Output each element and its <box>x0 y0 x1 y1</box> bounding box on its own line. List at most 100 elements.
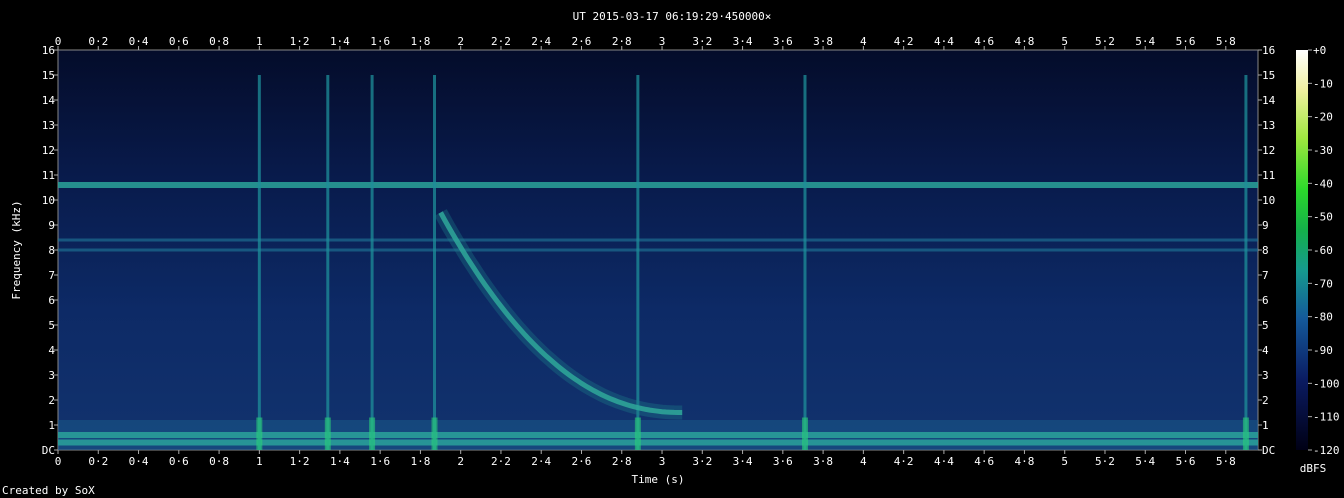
x-tick-label: 1·8 <box>410 455 430 468</box>
colorbar-label: dBFS <box>1300 462 1327 475</box>
x-tick-label: 2·6 <box>572 455 592 468</box>
x-tick-label: 5·6 <box>1176 455 1196 468</box>
x-tick-label: 0·8 <box>209 455 229 468</box>
impulse-base <box>431 417 438 450</box>
x-tick-label: 4·4 <box>934 455 954 468</box>
impulse-line <box>326 75 330 450</box>
tone-line <box>58 432 1258 438</box>
y-tick-label-right: 7 <box>1262 269 1269 282</box>
x-tick-label: 0·4 <box>129 455 149 468</box>
impulse-line <box>433 75 437 450</box>
y-tick-label-right: 5 <box>1262 319 1269 332</box>
colorbar-tick-label: -90 <box>1313 344 1333 357</box>
impulse-base <box>369 417 376 450</box>
x-tick-label-top: 2·8 <box>612 35 632 48</box>
y-tick-label-right: 15 <box>1262 69 1275 82</box>
y-tick-label-right: 13 <box>1262 119 1275 132</box>
x-tick-label-top: 1 <box>256 35 263 48</box>
colorbar-ticks: +0 -10 -20 -30 -40 -50 -60 -70 -80 -90 -100 -110 -12… <box>1308 44 1340 457</box>
colorbar-tick-label: -50 <box>1313 211 1333 224</box>
impulse-line <box>257 75 261 450</box>
x-tick-label: 0·2 <box>88 455 108 468</box>
x-tick-label: 4·8 <box>1015 455 1035 468</box>
x-tick-label: 4·2 <box>894 455 914 468</box>
x-tick-label-top: 3·4 <box>733 35 753 48</box>
x-tick-label: 3 <box>659 455 666 468</box>
x-tick-label: 5·4 <box>1135 455 1155 468</box>
y-tick-label-right: 9 <box>1262 219 1269 232</box>
y-tick-label-right: 10 <box>1262 194 1275 207</box>
impulse-base <box>324 417 331 450</box>
x-tick-label: 2·2 <box>491 455 511 468</box>
x-tick-label-top: 2·4 <box>531 35 551 48</box>
y-tick-label-right: DC <box>1262 444 1275 457</box>
x-tick-label-top: 5·2 <box>1095 35 1115 48</box>
y-tick-label-right: 2 <box>1262 394 1269 407</box>
x-tick-label: 5·2 <box>1095 455 1115 468</box>
y-tick-label: 6 <box>48 294 55 307</box>
x-tick-label-top: 0·8 <box>209 35 229 48</box>
y-tick-label: 10 <box>42 194 55 207</box>
colorbar-tick-label: -10 <box>1313 77 1333 90</box>
x-tick-label-top: 4·2 <box>894 35 914 48</box>
y-tick-label: 14 <box>42 94 56 107</box>
x-tick-label-top: 1·8 <box>410 35 430 48</box>
x-tick-label-top: 4·6 <box>974 35 994 48</box>
x-tick-label: 3·4 <box>733 455 753 468</box>
y-tick-label: 8 <box>48 244 55 257</box>
y-tick-label: 5 <box>48 319 55 332</box>
y-tick-label: 1 <box>48 419 55 432</box>
x-tick-label: 0·6 <box>169 455 189 468</box>
x-tick-label-top: 5·8 <box>1216 35 1236 48</box>
x-tick-label-top: 3·2 <box>692 35 712 48</box>
y-tick-label: 12 <box>42 144 55 157</box>
impulse-line <box>636 75 640 450</box>
tone-line <box>58 238 1258 242</box>
x-tick-label-top: 3·8 <box>813 35 833 48</box>
x-tick-label-top: 0 <box>55 35 62 48</box>
x-tick-label-top: 2·2 <box>491 35 511 48</box>
tone-line <box>58 439 1258 446</box>
x-tick-label-top: 5 <box>1061 35 1068 48</box>
colorbar-tick-label: -60 <box>1313 244 1333 257</box>
colorbar-tick-label: -80 <box>1313 311 1333 324</box>
tone-line <box>58 182 1258 188</box>
y-tick-label: 13 <box>42 119 55 132</box>
tone-line <box>58 248 1258 252</box>
x-tick-label: 3·8 <box>813 455 833 468</box>
impulse-line <box>370 75 374 450</box>
x-tick-label-top: 4·8 <box>1015 35 1035 48</box>
impulse-base <box>256 417 263 450</box>
x-tick-label: 5·8 <box>1216 455 1236 468</box>
colorbar-tick-label: -30 <box>1313 144 1333 157</box>
x-axis-label: Time (s) <box>632 473 685 486</box>
y-tick-label: 11 <box>42 169 55 182</box>
impulse-base <box>1242 417 1249 450</box>
credit-text: Created by SoX <box>2 484 95 497</box>
x-tick-label: 2 <box>457 455 464 468</box>
y-tick-label: 15 <box>42 69 55 82</box>
x-tick-label-top: 0·2 <box>88 35 108 48</box>
y-tick-label-right: 6 <box>1262 294 1269 307</box>
x-tick-label: 2·4 <box>531 455 551 468</box>
impulse-line <box>803 75 807 450</box>
x-tick-label: 2·8 <box>612 455 632 468</box>
y-tick-label: 9 <box>48 219 55 232</box>
x-tick-label-top: 5·4 <box>1135 35 1155 48</box>
x-tick-label: 1·4 <box>330 455 350 468</box>
colorbar <box>1296 50 1308 450</box>
y-tick-label-right: 14 <box>1262 94 1276 107</box>
x-tick-label: 1·6 <box>370 455 390 468</box>
chart-title: UT 2015-03-17 06:19:29·450000× <box>573 10 772 23</box>
y-tick-label: 3 <box>48 369 55 382</box>
x-tick-label: 0 <box>55 455 62 468</box>
y-tick-label-right: 4 <box>1262 344 1269 357</box>
y-tick-label-right: 1 <box>1262 419 1269 432</box>
colorbar-tick-label: -70 <box>1313 277 1333 290</box>
x-tick-label: 3·2 <box>692 455 712 468</box>
y-tick-label-right: 11 <box>1262 169 1275 182</box>
y-tick-label-right: 12 <box>1262 144 1275 157</box>
colorbar-tick-label: -120 <box>1313 444 1340 457</box>
y-tick-label: DC <box>42 444 55 457</box>
impulse-line <box>1244 75 1248 450</box>
